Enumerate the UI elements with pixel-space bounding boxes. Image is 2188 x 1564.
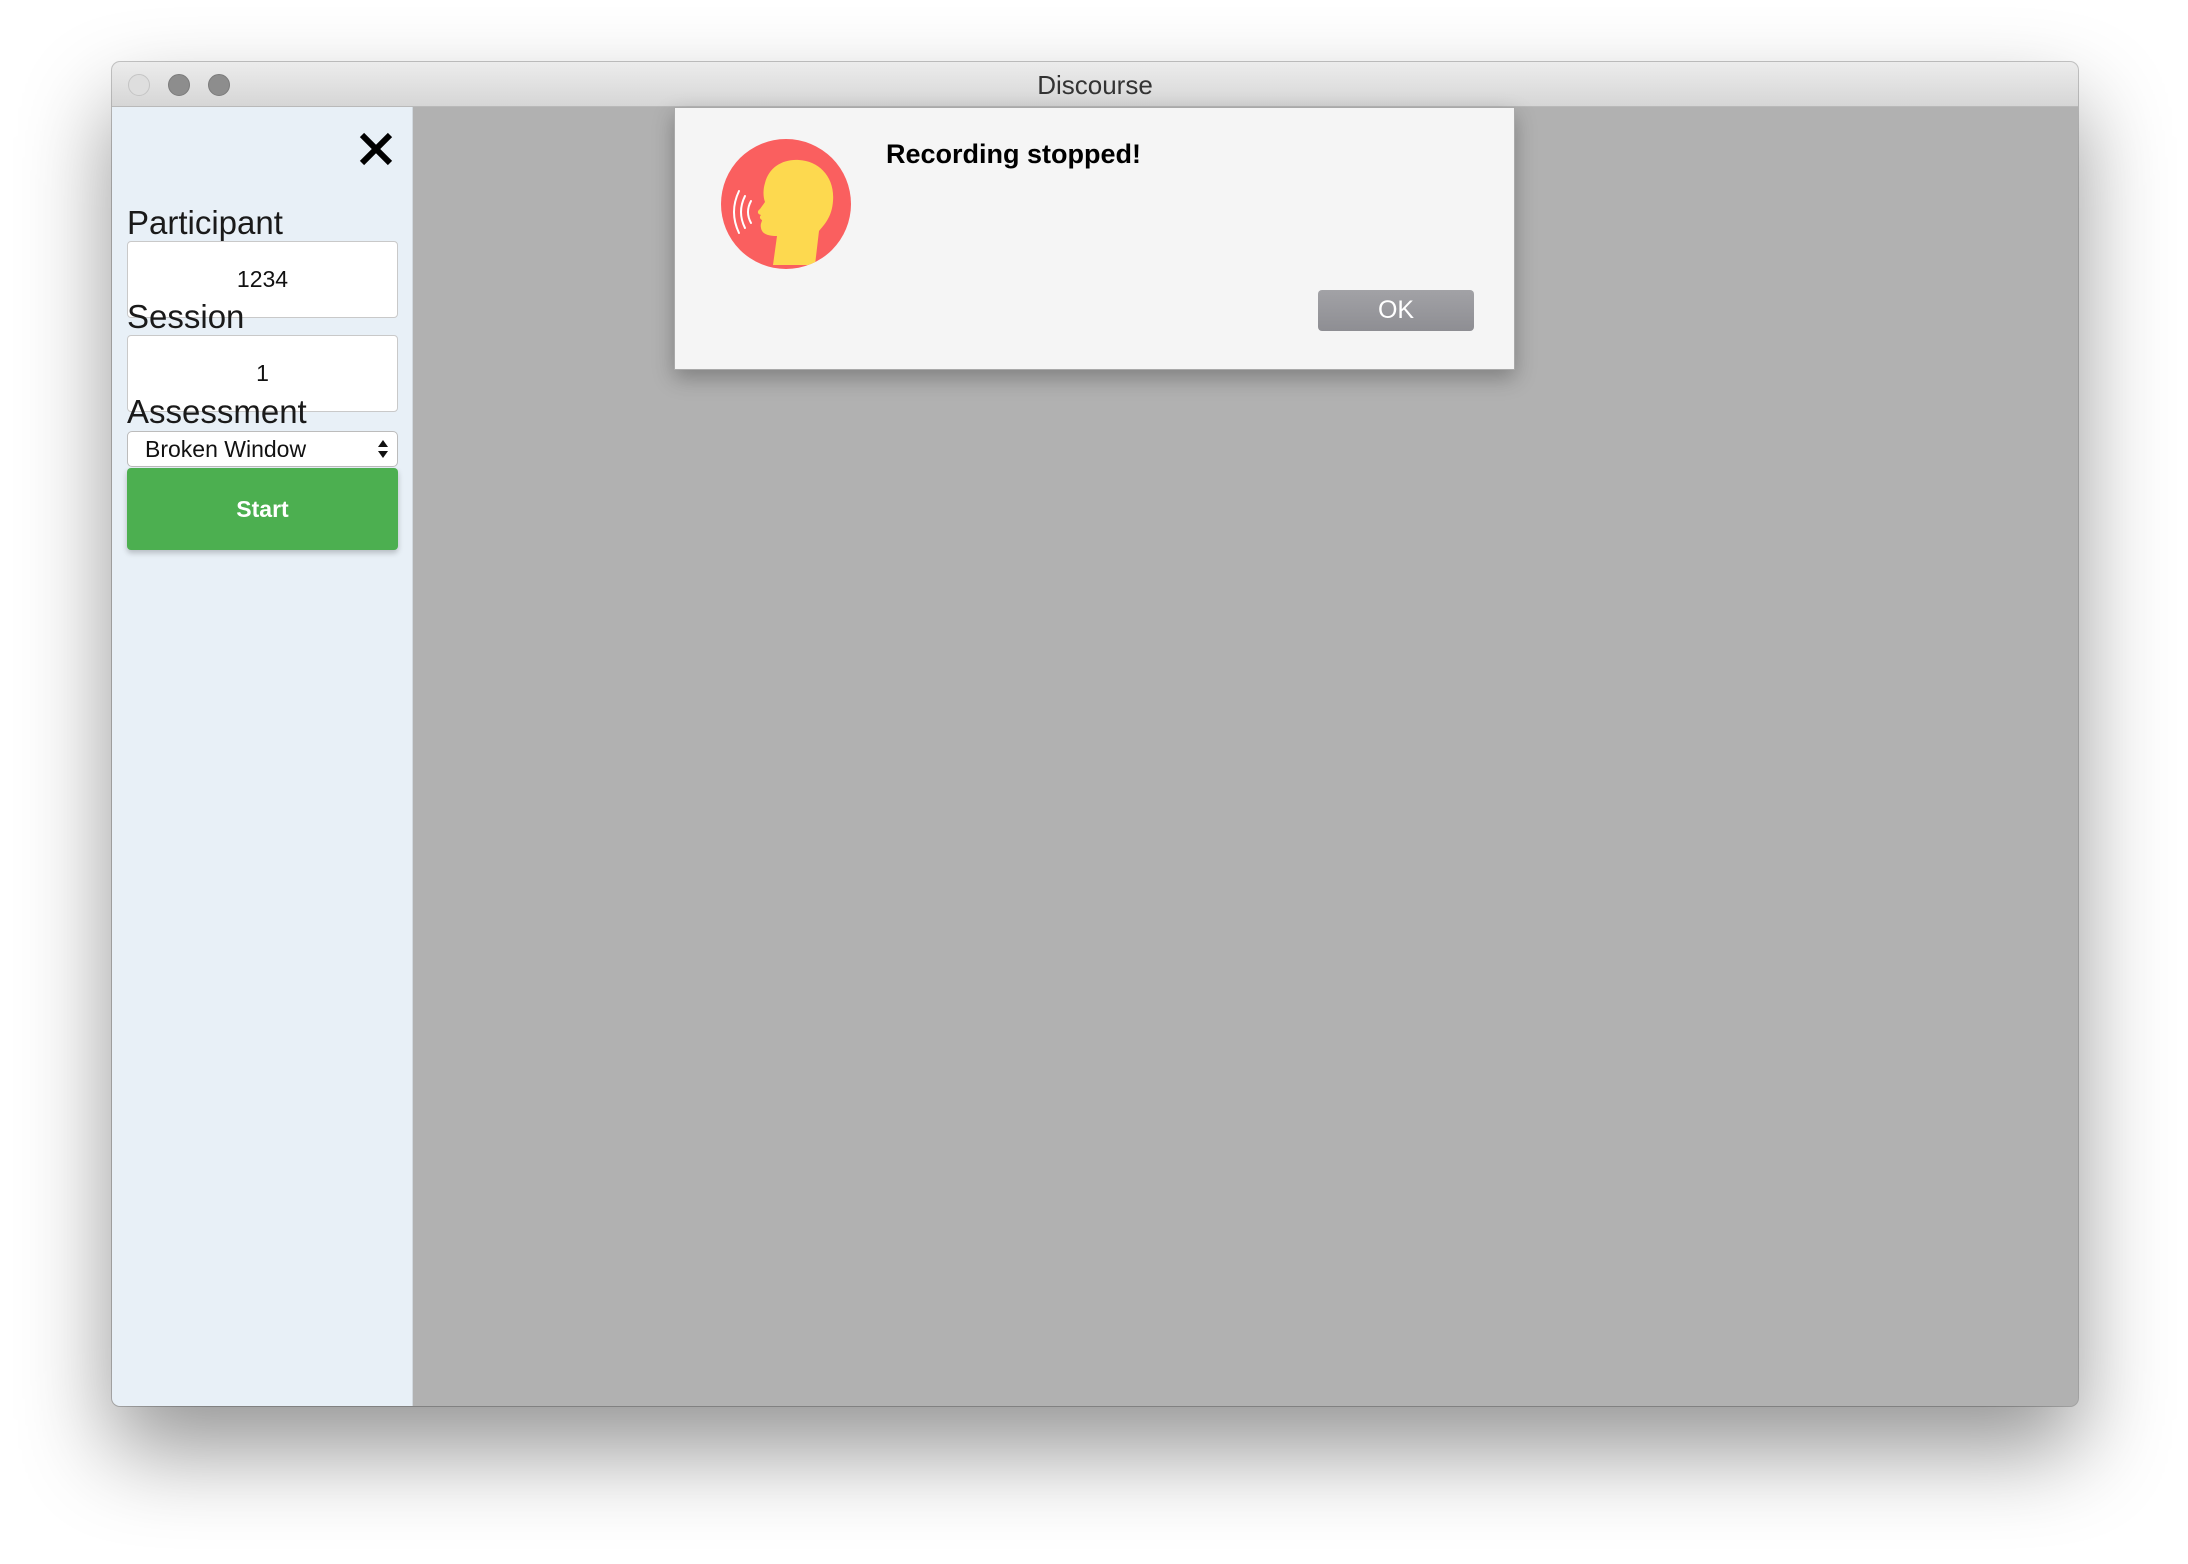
session-label: Session (127, 298, 245, 335)
close-x-icon[interactable] (356, 129, 396, 169)
assessment-label: Assessment (127, 393, 307, 430)
participant-label: Participant (127, 204, 283, 241)
title-bar[interactable]: Discourse (112, 62, 2078, 107)
ok-button[interactable]: OK (1318, 290, 1474, 331)
assessment-select[interactable]: Broken Window (127, 431, 398, 467)
alert-dialog: Recording stopped! OK (674, 107, 1515, 370)
sidebar: Participant Session Assessment Broken Wi… (112, 107, 413, 1406)
window-title: Discourse (1037, 70, 1153, 100)
speaking-head-icon (721, 139, 851, 269)
app-window: Discourse Participant Session Assessment… (112, 62, 2078, 1406)
assessment-selected-value: Broken Window (145, 436, 307, 462)
start-button[interactable]: Start (127, 468, 398, 550)
select-arrows-icon (377, 439, 389, 459)
dialog-message: Recording stopped! (886, 139, 1141, 169)
